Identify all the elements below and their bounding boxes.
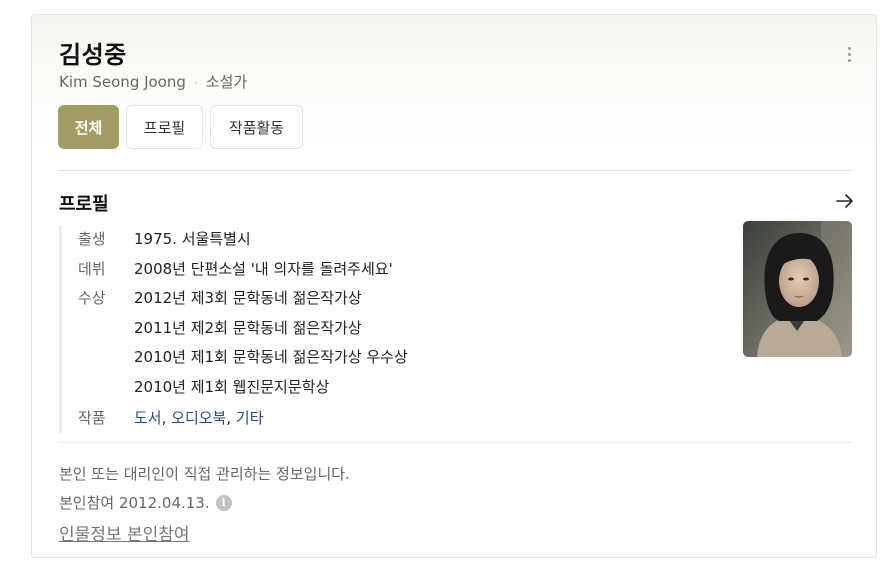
self-participation-link[interactable]: 인물정보 본인참여	[59, 520, 190, 545]
award-item: 2012년 제3회 문학동네 젊은작가상	[134, 289, 362, 307]
divider	[58, 442, 852, 443]
tab-all[interactable]: 전체	[58, 105, 119, 149]
romanized-name: Kim Seong Joong	[59, 73, 186, 91]
works-separator: ,	[161, 409, 172, 427]
works-link-other[interactable]: 기타	[236, 409, 264, 427]
tab-works[interactable]: 작품활동	[210, 105, 303, 149]
arrow-right-icon[interactable]	[836, 193, 854, 209]
tab-profile[interactable]: 프로필	[126, 105, 203, 149]
occupation: 소설가	[205, 73, 248, 91]
info-row-works: 작품 도서, 오디오북, 기타	[78, 404, 718, 434]
works-separator: ,	[226, 409, 236, 427]
awards-list: 2012년 제3회 문학동네 젊은작가상 2011년 제2회 문학동네 젊은작가…	[134, 284, 408, 402]
participation-info: 본인참여 2012.04.13. i	[59, 492, 232, 513]
birth-label: 출생	[78, 230, 106, 248]
profile-info-list: 출생 1975. 서울특별시 데뷔 2008년 단편소설 '내 의자를 돌려주세…	[59, 225, 718, 434]
profile-photo[interactable]	[743, 221, 852, 357]
works-link-books[interactable]: 도서	[134, 409, 162, 427]
awards-label: 수상	[78, 289, 106, 307]
info-icon[interactable]: i	[215, 494, 232, 511]
info-row-birth: 출생 1975. 서울특별시	[78, 225, 718, 255]
person-name: 김성중	[59, 41, 127, 69]
debut-value: 2008년 단편소설 '내 의자를 돌려주세요'	[134, 259, 393, 278]
award-item: 2011년 제2회 문학동네 젊은작가상	[134, 318, 362, 337]
separator-dot: ·	[193, 76, 198, 90]
birth-value: 1975. 서울특별시	[134, 230, 251, 248]
works-label: 작품	[78, 409, 106, 427]
works-links: 도서, 오디오북, 기타	[134, 404, 264, 434]
tab-bar: 전체 프로필 작품활동	[58, 105, 303, 149]
person-subtitle: Kim Seong Joong · 소설가	[59, 71, 247, 92]
person-info-card: 김성중 Kim Seong Joong · 소설가 전체 프로필 작품활동 프로필 …	[31, 14, 877, 558]
award-item: 2010년 제1회 웹진문지문학상	[134, 377, 330, 396]
info-row-debut: 데뷔 2008년 단편소설 '내 의자를 돌려주세요'	[78, 255, 718, 285]
works-link-audiobooks[interactable]: 오디오북	[171, 409, 226, 427]
divider	[58, 170, 852, 171]
more-vertical-icon[interactable]	[848, 47, 852, 65]
award-item: 2010년 제1회 문학동네 젊은작가상 우수상	[134, 348, 408, 366]
debut-label: 데뷔	[78, 259, 106, 278]
participation-date: 본인참여 2012.04.13.	[59, 494, 210, 512]
section-title-profile[interactable]: 프로필	[59, 190, 109, 216]
managed-notice: 본인 또는 대리인이 직접 관리하는 정보입니다.	[59, 465, 350, 483]
info-row-awards: 수상 2012년 제3회 문학동네 젊은작가상 2011년 제2회 문학동네 젊…	[78, 284, 718, 402]
